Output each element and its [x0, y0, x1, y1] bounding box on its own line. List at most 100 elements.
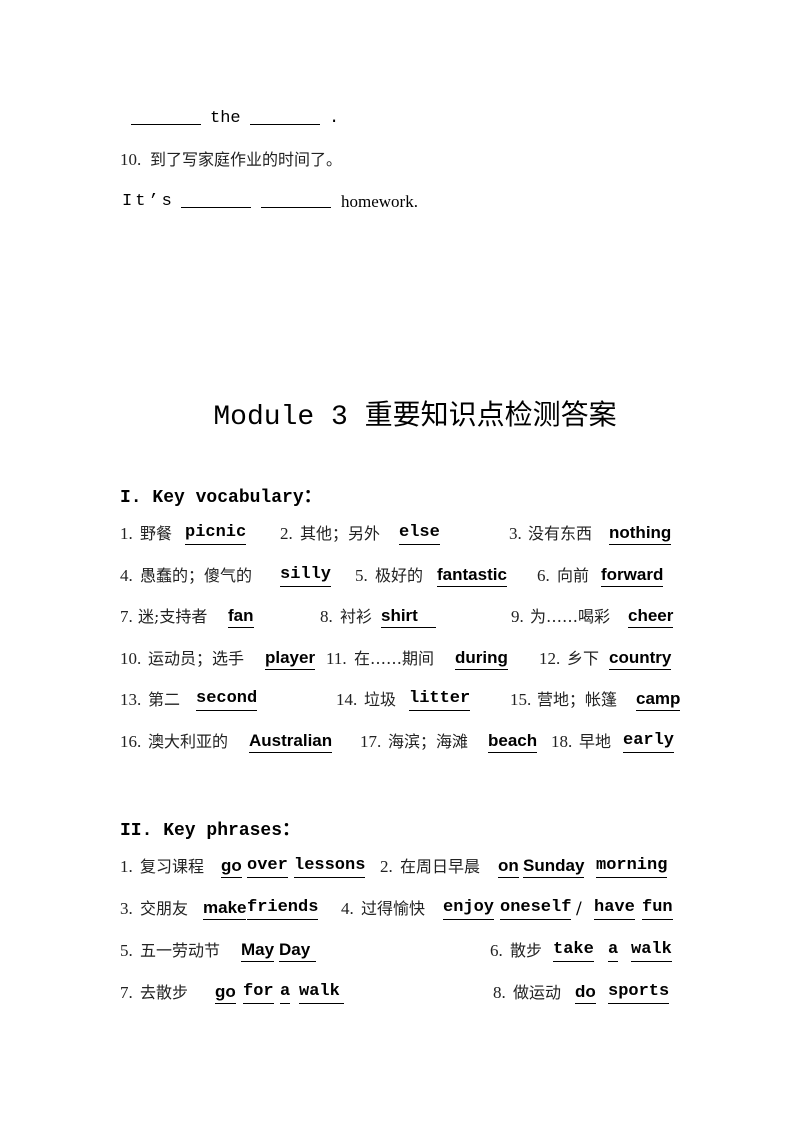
item-answer: silly	[280, 565, 332, 587]
item-number: 17.	[360, 732, 382, 751]
answer-word: have	[594, 898, 635, 920]
answer-word: enjoy	[443, 898, 495, 920]
item-chinese: 散步	[510, 941, 543, 960]
item-number: 3.	[120, 899, 133, 918]
answer-word: take	[553, 940, 594, 962]
item-number: 3.	[509, 524, 522, 543]
item-answer: nothing	[609, 523, 672, 545]
item-answer: fan	[228, 606, 254, 628]
answer-blank[interactable]	[250, 108, 320, 125]
item-chinese: 做运动	[513, 983, 562, 1002]
item-number: 4.	[120, 566, 133, 585]
answer-word: May	[241, 940, 275, 962]
item-number: 5.	[120, 941, 133, 960]
answer-word: Day	[279, 940, 316, 962]
item-number: 6.	[490, 941, 503, 960]
item-chinese: 去散步	[140, 983, 189, 1002]
item-chinese: 澳大利亚的	[148, 732, 229, 751]
item-answer: forward	[601, 565, 664, 587]
answer-word: morning	[596, 856, 668, 878]
question-chinese: 到了写家庭作业的时间了。	[150, 150, 343, 169]
item-number: 1.	[120, 857, 133, 876]
static-text: It’s	[122, 192, 175, 211]
page-title: Module 3 重要知识点检测答案	[213, 402, 617, 433]
separator: /	[576, 899, 582, 919]
answer-word: on	[498, 856, 519, 878]
item-answer: else	[399, 523, 440, 545]
item-number: 9.	[511, 607, 524, 626]
item-chinese: 野餐	[140, 524, 173, 543]
item-chinese: 其他；另外	[300, 524, 381, 543]
item-answer: picnic	[185, 523, 247, 545]
item-number: 10.	[120, 649, 142, 668]
item-chinese: 没有东西	[528, 524, 593, 543]
item-number: 8.	[320, 607, 333, 626]
item-chinese: 五一劳动节	[140, 941, 221, 960]
section-heading-phrases: II. Key phrases：	[120, 821, 301, 841]
item-answer: country	[609, 648, 672, 670]
item-chinese: 在周日早晨	[400, 857, 481, 876]
static-text: homework.	[341, 192, 418, 211]
static-text: the	[210, 109, 241, 128]
item-number: 18.	[551, 732, 573, 751]
item-number: 15.	[510, 690, 532, 709]
item-number: 7.	[120, 607, 133, 626]
answer-word: walk	[631, 940, 672, 962]
answer-blank[interactable]	[261, 191, 331, 208]
item-answer: player	[265, 648, 316, 670]
item-chinese: 愚蠢的；傻气的	[140, 566, 253, 585]
item-answer: camp	[636, 689, 681, 711]
item-chinese: 复习课程	[140, 857, 205, 876]
answer-word: go	[215, 982, 236, 1004]
answer-word: lessons	[294, 856, 366, 878]
item-chinese: 向前	[557, 566, 590, 585]
answer-word: sports	[608, 982, 670, 1004]
item-number: 16.	[120, 732, 142, 751]
item-number: 13.	[120, 690, 142, 709]
answer-word: walk	[299, 982, 344, 1004]
item-number: 14.	[336, 690, 358, 709]
item-answer: shirt	[381, 606, 436, 628]
answer-word: make	[203, 898, 247, 920]
item-answer: during	[455, 648, 508, 670]
answer-word: do	[575, 982, 596, 1004]
item-answer: second	[196, 689, 258, 711]
item-number: 11.	[326, 649, 347, 668]
answer-word: friends	[247, 898, 319, 920]
question-number: 10.	[120, 150, 142, 169]
item-number: 2.	[280, 524, 293, 543]
item-number: 1.	[120, 524, 133, 543]
item-chinese: 迷;支持者	[138, 607, 208, 626]
item-chinese: 极好的	[375, 566, 424, 585]
answer-word: for	[243, 982, 274, 1004]
item-answer: fantastic	[437, 565, 507, 587]
item-chinese: 交朋友	[140, 899, 189, 918]
item-chinese: 第二	[148, 690, 181, 709]
item-chinese: 垃圾	[364, 690, 397, 709]
item-chinese: 海滨；海滩	[388, 732, 469, 751]
item-chinese: 运动员；选手	[148, 649, 245, 668]
item-number: 2.	[380, 857, 393, 876]
answer-word: a	[608, 940, 619, 962]
item-number: 6.	[537, 566, 550, 585]
item-chinese: 营地；帐篷	[537, 690, 618, 709]
item-number: 12.	[539, 649, 561, 668]
static-text: .	[329, 109, 340, 128]
item-number: 8.	[493, 983, 506, 1002]
item-answer: litter	[409, 689, 471, 711]
item-number: 7.	[120, 983, 133, 1002]
answer-word: oneself	[500, 898, 572, 920]
answer-word: a	[280, 982, 291, 1004]
item-chinese: 过得愉快	[361, 899, 426, 918]
item-number: 4.	[341, 899, 354, 918]
answer-word: fun	[642, 898, 673, 920]
item-chinese: 在……期间	[354, 649, 435, 668]
section-heading-vocabulary: I. Key vocabulary：	[120, 488, 322, 508]
item-chinese: 衬衫	[340, 607, 373, 626]
item-answer: cheer	[628, 606, 674, 628]
answer-blank[interactable]	[131, 108, 201, 125]
answer-word: over	[247, 856, 288, 878]
item-number: 5.	[355, 566, 368, 585]
item-chinese: 早地	[579, 732, 612, 751]
answer-blank[interactable]	[181, 191, 251, 208]
